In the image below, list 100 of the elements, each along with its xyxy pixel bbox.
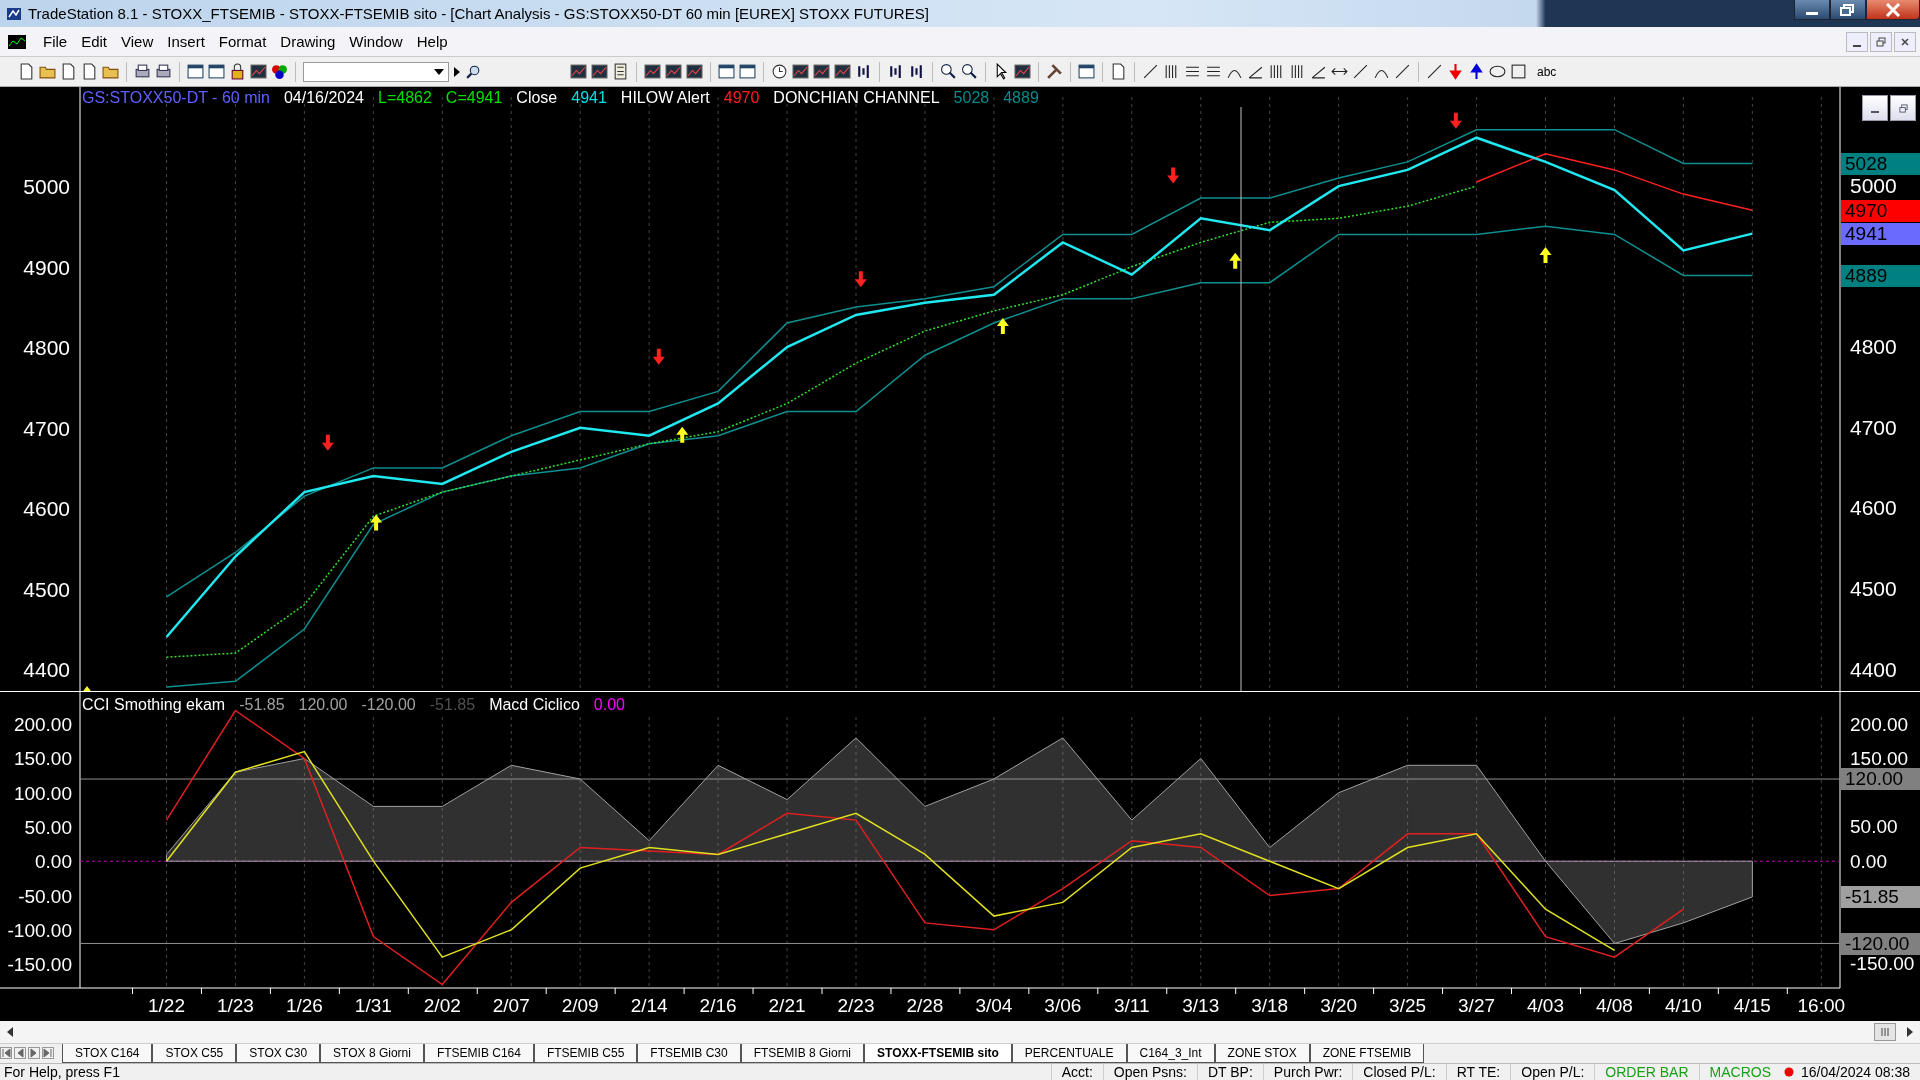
chart-icon[interactable] <box>644 63 661 81</box>
lock-icon[interactable] <box>229 63 246 81</box>
minimize-icon <box>1806 12 1818 15</box>
note-icon[interactable] <box>1110 63 1127 81</box>
legend-text: 04/16/2024 <box>283 89 364 108</box>
next-sheet-icon[interactable] <box>28 1047 40 1060</box>
chart-icon[interactable] <box>834 63 851 81</box>
value-tag: -51.85 <box>1841 886 1920 909</box>
slash-icon[interactable] <box>1352 63 1369 81</box>
up-arrow-icon[interactable] <box>1468 63 1485 81</box>
zoom-in-icon[interactable] <box>940 63 957 81</box>
restore-icon <box>1876 36 1886 47</box>
chart-icon[interactable] <box>250 63 267 81</box>
next-sheet-icon[interactable] <box>42 1047 54 1060</box>
legend-text: 120.00 <box>298 696 348 715</box>
bar-icon[interactable] <box>908 63 925 81</box>
close-button[interactable] <box>1894 31 1916 52</box>
window-icon[interactable] <box>739 63 756 81</box>
bar-icon[interactable] <box>887 63 904 81</box>
y-axis-label: -150.00 <box>1850 952 1915 977</box>
x-axis-label: 16:00 <box>1797 995 1846 1017</box>
scroll-right-icon[interactable] <box>1906 1026 1914 1037</box>
x-axis-label: 1/31 <box>354 995 392 1017</box>
previous-sheet-icon[interactable] <box>0 1047 12 1060</box>
menu-item[interactable]: Insert <box>160 33 212 51</box>
minimize-button[interactable] <box>1794 0 1830 20</box>
legend-text: L=4862 <box>378 89 432 108</box>
status-field: Closed P/L: <box>1352 1064 1446 1080</box>
colors-icon[interactable] <box>271 63 288 81</box>
x-axis-label: 2/07 <box>492 995 530 1017</box>
chart-icon[interactable] <box>792 63 809 81</box>
legend-text: -51.85 <box>429 696 476 715</box>
text-tool[interactable]: abc <box>1537 64 1557 79</box>
menu-item[interactable]: Window <box>342 33 410 51</box>
app-icon <box>6 5 22 22</box>
legend-text: HILOW Alert <box>620 89 710 108</box>
x-axis-label: 2/21 <box>768 995 806 1017</box>
x-axis-label: 2/09 <box>561 995 599 1017</box>
menu-item[interactable]: Drawing <box>273 33 343 51</box>
window-icon[interactable] <box>1078 63 1095 81</box>
sheet-tab[interactable]: STOXX-FTSEMIB sito <box>864 1043 1012 1063</box>
y-axis-label: 4400 <box>1850 656 1897 683</box>
chart-icon[interactable] <box>665 63 682 81</box>
legend-text: Macd Ciclico <box>489 696 580 715</box>
y-axis-label: 4900 <box>23 255 70 279</box>
chart-icon[interactable] <box>1014 63 1031 81</box>
minimize-button[interactable] <box>1862 95 1888 122</box>
x-axis-label: 3/27 <box>1458 995 1496 1017</box>
sheet-tab[interactable]: STOX 8 Giorni <box>320 1043 424 1063</box>
menu-item[interactable]: View <box>114 33 161 51</box>
tools-icon[interactable] <box>1046 63 1063 81</box>
x-axis-label: 3/18 <box>1251 995 1289 1017</box>
previous-sheet-icon[interactable] <box>14 1047 26 1060</box>
search-icon[interactable] <box>465 63 482 81</box>
y-axis-label: 50.00 <box>1850 815 1898 840</box>
bar-icon[interactable] <box>855 63 872 81</box>
menu-item[interactable]: File <box>36 33 75 51</box>
new-file-icon[interactable] <box>18 63 35 81</box>
chart-icon[interactable] <box>591 63 608 81</box>
calculator-icon[interactable] <box>612 63 629 81</box>
y-axis-label: 0.00 <box>1850 849 1887 874</box>
x-axis-label: 1/26 <box>285 995 323 1017</box>
y-axis-label: 150.00 <box>13 748 72 770</box>
close-button[interactable] <box>1866 0 1920 20</box>
window-icon[interactable] <box>718 63 735 81</box>
scroll-left-icon[interactable] <box>6 1026 14 1037</box>
minimize-button[interactable] <box>1846 31 1868 52</box>
sheet-tab[interactable]: STOX C55 <box>152 1043 237 1063</box>
legend-text: -51.85 <box>239 696 285 715</box>
legend-text: 4970 <box>723 89 760 108</box>
value-tag: -120.00 <box>1841 932 1920 955</box>
window-icon[interactable] <box>208 63 225 81</box>
price-tag: 4970 <box>1841 199 1920 222</box>
status-field: DT BP: <box>1196 1064 1263 1080</box>
sheet-tab[interactable]: STOX C30 <box>236 1043 321 1063</box>
rectangle-icon[interactable] <box>1510 63 1527 81</box>
menu-item[interactable]: Edit <box>74 33 115 51</box>
status-field: RT TE: <box>1445 1064 1511 1080</box>
play-icon[interactable] <box>453 66 461 77</box>
help-text: For Help, press F1 <box>3 1064 120 1080</box>
chart-icon[interactable] <box>570 63 587 81</box>
menu-item[interactable]: Format <box>211 33 274 51</box>
down-arrow-icon[interactable] <box>1447 63 1464 81</box>
window-icon[interactable] <box>187 63 204 81</box>
clock-icon[interactable] <box>771 63 788 81</box>
chart-icon[interactable] <box>813 63 830 81</box>
legend-text: 4941 <box>571 89 607 108</box>
restore-button[interactable] <box>1830 0 1866 20</box>
x-axis-label: 2/14 <box>630 995 668 1017</box>
status-datetime: 16/04/2024 08:38 <box>1800 1064 1911 1080</box>
x-axis-label: 4/15 <box>1733 995 1771 1017</box>
zoom-out-icon[interactable] <box>961 63 978 81</box>
scroll-thumb[interactable] <box>1874 1022 1896 1041</box>
menu-item[interactable]: Help <box>409 33 455 51</box>
sheet-tab[interactable]: STOX C164 <box>62 1043 153 1063</box>
x-axis-label: 1/23 <box>216 995 254 1017</box>
status-light-icon <box>1784 1067 1794 1077</box>
sheet-tab[interactable]: FTSEMIB C30 <box>637 1043 741 1063</box>
chart-icon[interactable] <box>686 63 703 81</box>
restore-button[interactable] <box>1890 95 1916 122</box>
